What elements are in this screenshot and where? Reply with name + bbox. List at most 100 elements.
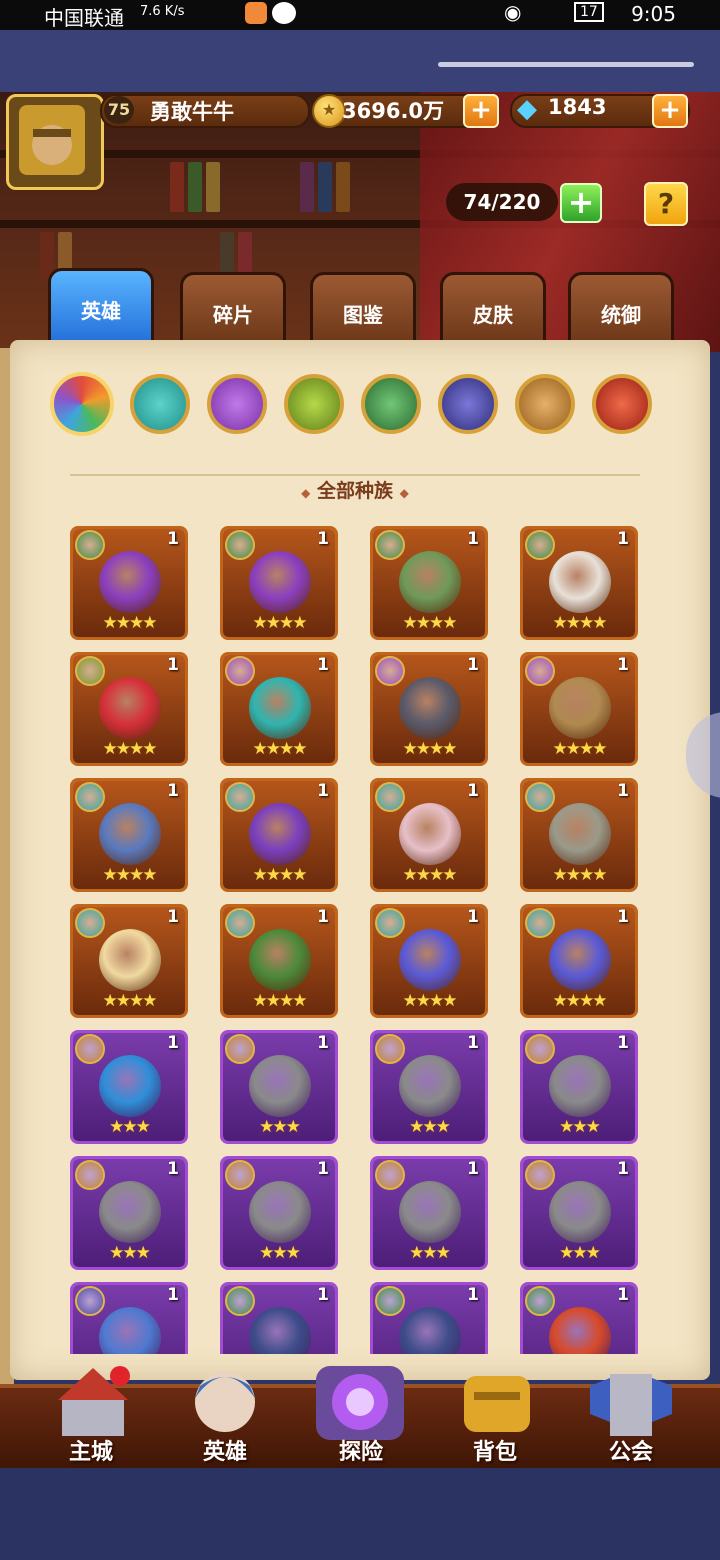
- hero-card[interactable]: 1 ★★★: [70, 1030, 188, 1144]
- race-filter-icon[interactable]: [130, 374, 190, 434]
- hero-card[interactable]: 1 ★★★★: [220, 904, 338, 1018]
- expand-capacity-button[interactable]: +: [560, 183, 602, 223]
- race-filter-icon[interactable]: [207, 374, 267, 434]
- hero-portrait-icon: [399, 1181, 461, 1243]
- race-section-title: ◆ 全部种族 ◆: [250, 476, 460, 503]
- tab-command[interactable]: 统御: [568, 272, 674, 348]
- hero-portrait-icon: [399, 1055, 461, 1117]
- hero-count: 1: [317, 1285, 329, 1305]
- hero-card[interactable]: 1 ★★★★: [70, 904, 188, 1018]
- hero-card[interactable]: 1 ★★★★: [70, 778, 188, 892]
- hero-portrait-icon: [549, 551, 611, 613]
- hero-count: 1: [617, 1033, 629, 1053]
- hero-portrait-icon[interactable]: [180, 1362, 270, 1442]
- race-badge-icon: [375, 530, 405, 560]
- player-level: 75: [104, 96, 134, 124]
- hero-stars: ★★★★: [102, 613, 158, 633]
- hero-card[interactable]: 1 ★★★★: [520, 526, 638, 640]
- eye-icon: ◉: [504, 0, 522, 24]
- hero-portrait-icon: [99, 929, 161, 991]
- tab-skins[interactable]: 皮肤: [440, 272, 546, 348]
- hero-card[interactable]: 1 ★★★★: [370, 652, 488, 766]
- hero-card[interactable]: 1 ★★★: [370, 1156, 488, 1270]
- hero-card[interactable]: 1: [370, 1282, 488, 1354]
- hero-card[interactable]: 1 ★★★★: [370, 526, 488, 640]
- hero-count: 1: [167, 1285, 179, 1305]
- add-gold-button[interactable]: +: [463, 94, 499, 128]
- race-filter-icon[interactable]: [515, 374, 575, 434]
- race-badge-icon: [225, 1160, 255, 1190]
- hero-card[interactable]: 1: [220, 1282, 338, 1354]
- hero-card[interactable]: 1 ★★★: [520, 1030, 638, 1144]
- hero-card[interactable]: 1 ★★★: [220, 1030, 338, 1144]
- hero-portrait-icon: [549, 1055, 611, 1117]
- hero-card[interactable]: 1 ★★★★: [520, 652, 638, 766]
- hero-stars: ★★★★: [252, 613, 308, 633]
- nav-label-heroes[interactable]: 英雄: [170, 1434, 280, 1466]
- race-filter-icon[interactable]: [361, 374, 421, 434]
- nav-label-backpack[interactable]: 背包: [440, 1434, 550, 1466]
- portal-icon[interactable]: [310, 1356, 404, 1440]
- gold-amount: 3696.0万: [342, 99, 445, 123]
- hero-count: 1: [317, 1033, 329, 1053]
- race-badge-icon: [75, 656, 105, 686]
- hero-count: 1: [467, 529, 479, 549]
- hero-stars: ★★★: [109, 1243, 151, 1263]
- hero-count: 1: [317, 1159, 329, 1179]
- hero-card[interactable]: 1 ★★★★: [220, 652, 338, 766]
- hero-portrait-icon: [249, 929, 311, 991]
- hero-portrait-icon: [99, 1181, 161, 1243]
- backpack-icon[interactable]: [450, 1362, 540, 1442]
- race-filter-icon[interactable]: [438, 374, 498, 434]
- race-badge-icon: [525, 656, 555, 686]
- hero-card[interactable]: 1 ★★★★: [370, 778, 488, 892]
- hero-stars: ★★★: [409, 1243, 451, 1263]
- guild-tower-icon[interactable]: [586, 1362, 676, 1442]
- hero-card[interactable]: 1 ★★★: [370, 1030, 488, 1144]
- hero-card[interactable]: 1: [70, 1282, 188, 1354]
- bottom-band: [0, 1468, 720, 1560]
- race-badge-icon: [375, 1286, 405, 1316]
- race-badge-icon: [75, 782, 105, 812]
- hero-card[interactable]: 1 ★★★: [70, 1156, 188, 1270]
- hero-count: 1: [467, 1033, 479, 1053]
- castle-icon[interactable]: [48, 1362, 138, 1442]
- help-button[interactable]: ?: [644, 182, 688, 226]
- hero-count: 1: [617, 529, 629, 549]
- hero-card[interactable]: 1 ★★★: [220, 1156, 338, 1270]
- nav-label-city[interactable]: 主城: [36, 1434, 146, 1466]
- hero-card[interactable]: 1: [520, 1282, 638, 1354]
- hero-count: 1: [317, 781, 329, 801]
- race-filter-all[interactable]: [50, 372, 114, 436]
- nav-label-guild[interactable]: 公会: [576, 1434, 686, 1466]
- hero-card[interactable]: 1 ★★★★: [220, 526, 338, 640]
- gesture-pill[interactable]: [438, 62, 694, 67]
- tab-collection[interactable]: 图鉴: [310, 272, 416, 348]
- race-filter-icon[interactable]: [592, 374, 652, 434]
- hero-card[interactable]: 1 ★★★★: [370, 904, 488, 1018]
- gem-amount: 1843: [548, 95, 607, 119]
- hero-card[interactable]: 1 ★★★★: [520, 904, 638, 1018]
- race-filter-icon[interactable]: [284, 374, 344, 434]
- hero-portrait-icon: [399, 677, 461, 739]
- hero-card[interactable]: 1 ★★★★: [520, 778, 638, 892]
- race-badge-icon: [525, 530, 555, 560]
- race-badge-icon: [375, 656, 405, 686]
- hero-card[interactable]: 1 ★★★★: [220, 778, 338, 892]
- hero-count: 1: [167, 529, 179, 549]
- player-avatar[interactable]: [6, 94, 104, 190]
- add-gems-button[interactable]: +: [652, 94, 688, 128]
- hero-stars: ★★★★: [552, 991, 608, 1011]
- hero-stars: ★★★: [559, 1117, 601, 1137]
- tab-fragments[interactable]: 碎片: [180, 272, 286, 348]
- hero-card[interactable]: 1 ★★★★: [70, 526, 188, 640]
- hero-card[interactable]: 1 ★★★★: [70, 652, 188, 766]
- hero-count: 1: [467, 1159, 479, 1179]
- hero-grid: 1 ★★★★ 1 ★★★★ 1 ★★★★ 1 ★★★★ 1 ★★★★ 1 ★★★★ 1 ★★★★ 1 ★★★★…: [70, 526, 650, 1354]
- race-badge-icon: [525, 908, 555, 938]
- nav-label-explore[interactable]: 探险: [306, 1434, 416, 1466]
- hero-card[interactable]: 1 ★★★: [520, 1156, 638, 1270]
- race-badge-icon: [375, 1034, 405, 1064]
- hero-stars: ★★★★: [252, 991, 308, 1011]
- hero-stars: ★★★: [109, 1117, 151, 1137]
